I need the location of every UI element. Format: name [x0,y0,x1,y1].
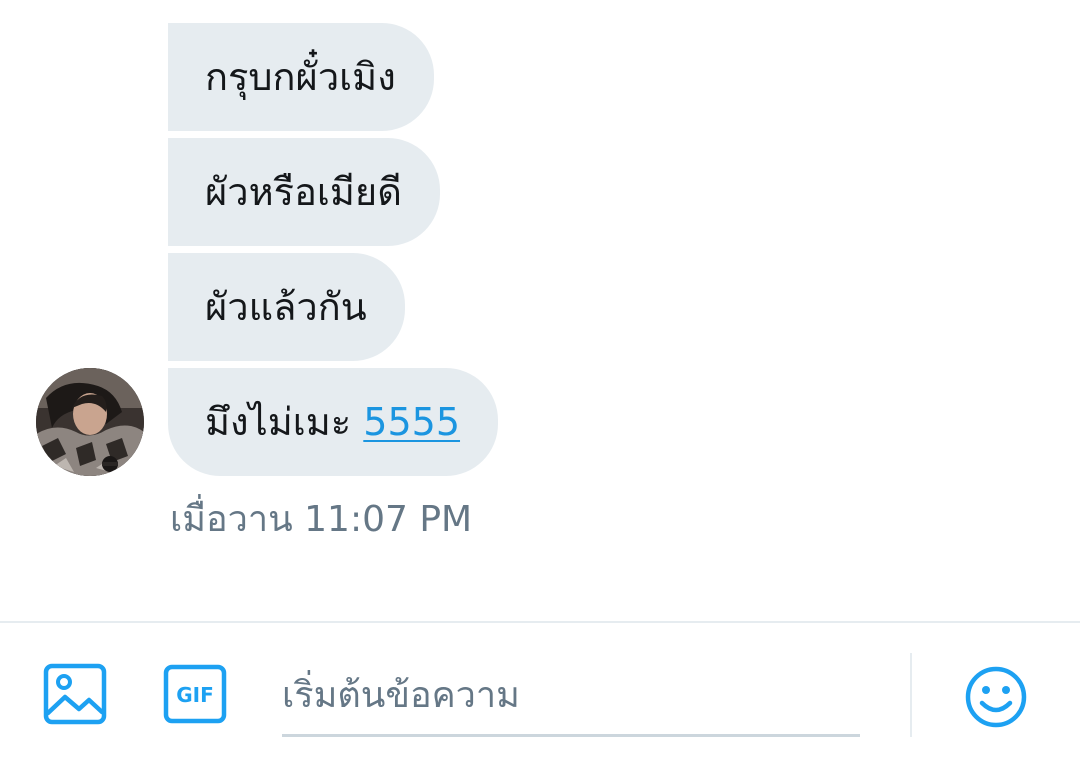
message-text: มึงไม่เมะ [205,400,364,444]
message-text: ผัวแล้วกัน [205,285,367,329]
message-bubble[interactable]: ผัวหรือเมียดี [168,138,440,246]
message-input[interactable] [282,657,860,734]
message-text: ผัวหรือเมียดี [205,170,402,214]
message-timestamp: เมื่อวาน 11:07 PM [170,499,473,540]
gif-icon: GIF [163,664,227,724]
add-media-button[interactable] [40,659,110,729]
message-link[interactable]: 5555 [363,400,460,444]
avatar-photo [36,368,144,476]
message-bubble[interactable]: มึงไม่เมะ 5555 [168,368,499,476]
image-icon [43,663,107,725]
emoji-button[interactable] [962,663,1030,731]
message-composer: GIF [0,621,1080,761]
conversation-thread: กรุบกผั๋วเมิง ผัวหรือเมียดี ผัวแล้วกัน ม… [0,0,1080,622]
message-bubble[interactable]: ผัวแล้วกัน [168,253,405,361]
composer-divider [910,653,912,737]
avatar[interactable] [36,368,144,476]
gif-label: GIF [176,683,214,707]
smiley-icon [965,666,1027,728]
gif-button[interactable]: GIF [160,659,230,729]
message-bubble[interactable]: กรุบกผั๋วเมิง [168,23,434,131]
message-input-container [282,657,860,737]
message-text: กรุบกผั๋วเมิง [205,55,396,99]
